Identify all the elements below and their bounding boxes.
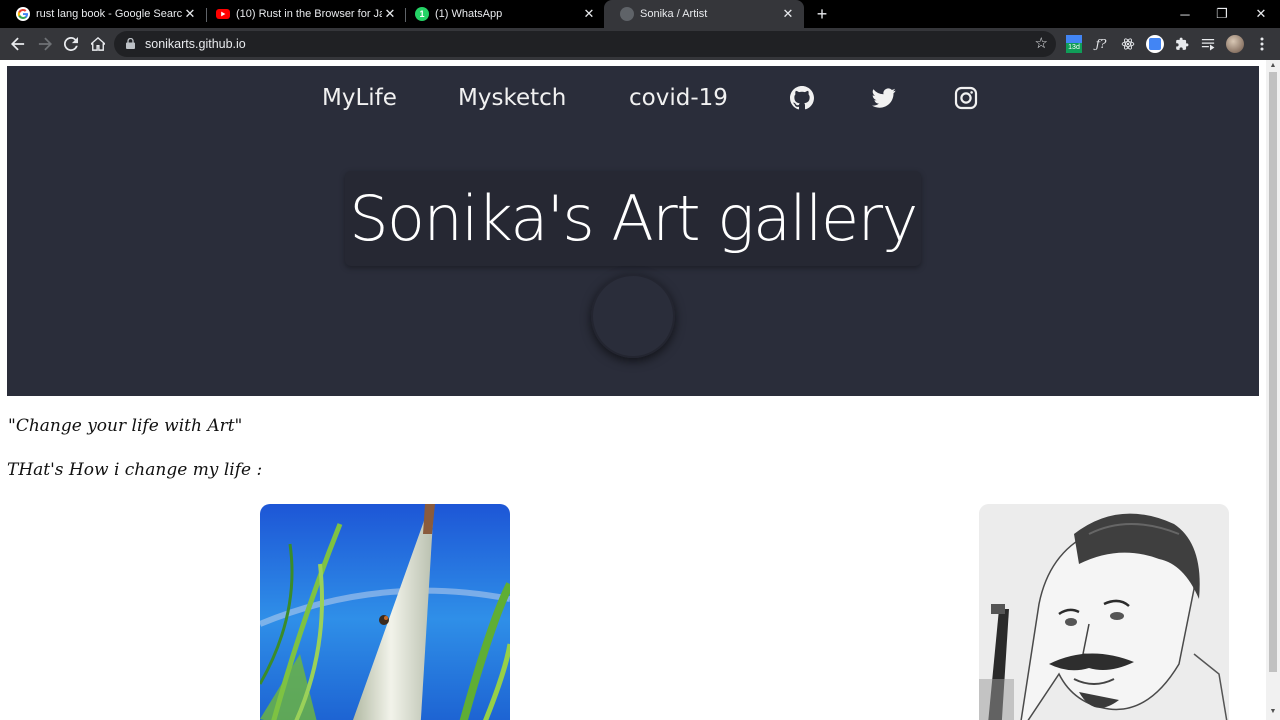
close-tab-icon[interactable]: ✕ [182,6,198,22]
globe-icon [620,7,634,21]
hero-section: MyLife Mysketch covid-19 Sonika's Art ga… [7,66,1259,396]
page-scrollbar[interactable]: ▲ ▼ [1266,60,1280,720]
reload-button[interactable] [59,32,83,56]
browser-tab-strip: rust lang book - Google Search ✕ (10) Ru… [0,0,1280,28]
close-tab-icon[interactable]: ✕ [581,6,597,22]
tab-whatsapp[interactable]: 1 (1) WhatsApp ✕ [399,0,605,28]
quote-text: "Change your life with Art" [8,416,243,436]
back-button[interactable] [6,32,30,56]
gallery-sketch-portrait[interactable] [979,504,1229,720]
twitter-icon[interactable] [872,86,896,110]
page-content: MyLife Mysketch covid-19 Sonika's Art ga… [0,60,1266,720]
tab-label: Sonika / Artist [640,8,708,20]
url-text: sonikarts.github.io [145,37,246,51]
top-nav: MyLife Mysketch covid-19 [7,78,1259,118]
tab-youtube[interactable]: (10) Rust in the Browser for JavaS ✕ [200,0,406,28]
back-arrow-icon [11,37,25,51]
tab-google-search[interactable]: rust lang book - Google Search ✕ [0,0,206,28]
browser-toolbar: sonikarts.github.io ☆ 13d ƒ? [0,28,1280,60]
youtube-icon [216,9,230,19]
close-window-button[interactable]: ✕ [1242,0,1280,28]
google-icon [16,7,30,21]
lock-icon [126,38,135,49]
new-tab-button[interactable]: + [812,4,832,24]
scroll-up-icon[interactable]: ▲ [1269,62,1277,70]
reading-list-icon[interactable] [1198,34,1218,54]
reload-icon [64,37,78,51]
scroll-thumb[interactable] [1269,72,1277,672]
extensions-puzzle-icon[interactable] [1172,34,1192,54]
title-box: Sonika's Art gallery [345,171,921,266]
nav-link-mysketch[interactable]: Mysketch [458,78,566,118]
home-button[interactable] [86,32,110,56]
address-bar[interactable]: sonikarts.github.io ☆ [114,31,1056,57]
forward-button[interactable] [33,32,57,56]
minimize-button[interactable]: ─ [1166,0,1204,28]
github-icon[interactable] [790,86,814,110]
close-tab-icon[interactable]: ✕ [382,6,398,22]
translate-extension-icon[interactable] [1145,34,1165,54]
menu-kebab-icon[interactable] [1252,34,1272,54]
subline-text: THat's How i change my life : [7,460,263,480]
calendar-extension-icon[interactable]: 13d [1064,34,1084,54]
whatsapp-icon: 1 [415,7,429,21]
page-title: Sonika's Art gallery [349,182,918,255]
gallery-photo-pencil[interactable] [260,504,510,720]
home-icon [91,37,105,51]
formula-extension-icon[interactable]: ƒ? [1091,34,1111,54]
profile-avatar[interactable] [1225,34,1245,54]
tab-label: (10) Rust in the Browser for JavaS [236,8,382,20]
forward-arrow-icon [38,37,52,51]
nav-link-covid-19[interactable]: covid-19 [629,78,728,118]
scroll-down-icon[interactable]: ▼ [1269,708,1277,716]
restore-button[interactable]: ❐ [1203,0,1241,28]
tab-label: (1) WhatsApp [435,8,503,20]
calendar-badge: 13d [1066,43,1082,53]
nav-link-mylife[interactable]: MyLife [322,78,397,118]
bookmark-star-icon[interactable]: ☆ [1035,34,1048,52]
close-tab-icon[interactable]: ✕ [780,6,796,22]
tab-sonika-artist[interactable]: Sonika / Artist ✕ [604,0,804,28]
react-devtools-icon[interactable] [1118,34,1138,54]
avatar [591,274,675,358]
instagram-icon[interactable] [954,86,978,110]
tab-label: rust lang book - Google Search [36,8,182,20]
